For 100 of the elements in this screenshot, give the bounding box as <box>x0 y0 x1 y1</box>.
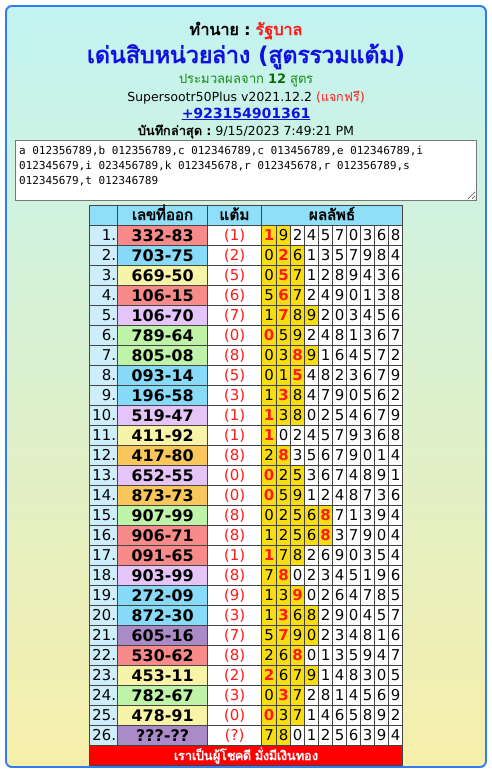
digit: 3 <box>276 686 290 705</box>
digit: 3 <box>346 366 360 385</box>
digit: 9 <box>360 646 374 665</box>
digit: 5 <box>332 246 346 265</box>
digit: 9 <box>346 266 360 285</box>
digit: 1 <box>374 626 388 645</box>
digit: 5 <box>262 286 276 305</box>
table-cell: 332-83 <box>118 226 208 246</box>
digit: 2 <box>262 666 276 685</box>
digit: 6 <box>360 406 374 425</box>
digit: 5 <box>388 586 402 605</box>
digit: 3 <box>374 266 388 285</box>
digit: 3 <box>332 526 346 545</box>
digit: 5 <box>318 426 332 445</box>
table-cell: (1) <box>208 226 262 246</box>
digit: 0 <box>262 706 276 725</box>
digit: 8 <box>332 326 346 345</box>
table-cell: 411-92 <box>118 426 208 446</box>
digit: 3 <box>360 726 374 745</box>
digit: 0 <box>290 726 304 745</box>
digit: 4 <box>332 486 346 505</box>
digit: 8 <box>388 426 402 445</box>
digit: 6 <box>388 266 402 285</box>
digit: 5 <box>332 726 346 745</box>
digit: 0 <box>346 546 360 565</box>
digit: 2 <box>262 646 276 665</box>
digit: 7 <box>332 506 346 525</box>
digit: 5 <box>276 486 290 505</box>
digit: 7 <box>290 706 304 725</box>
digit: 5 <box>388 666 402 685</box>
digit: 7 <box>388 646 402 665</box>
digit: 5 <box>346 646 360 665</box>
digit: 2 <box>276 526 290 545</box>
digit: 0 <box>346 226 360 245</box>
digit: 9 <box>360 526 374 545</box>
digit: 8 <box>374 246 388 265</box>
table-cell: (3) <box>208 606 262 626</box>
row-number: 10. <box>90 406 118 426</box>
table-cell: (9) <box>208 586 262 606</box>
table-cell: 091-65 <box>118 546 208 566</box>
digit: 7 <box>360 586 374 605</box>
digit: 8 <box>318 366 332 385</box>
digit: 3 <box>374 486 388 505</box>
digit: 6 <box>318 466 332 485</box>
digit: 2 <box>304 566 318 585</box>
digit: 4 <box>318 286 332 305</box>
digit: 5 <box>374 606 388 625</box>
text-area[interactable]: a 012356789,b 012356789,c 012346789,c 013456789,e 012346789,i 012345679,i 023456789,k 012345678,r 012345678,r 012356789,s 012345679,t 012346789 <box>15 140 477 201</box>
digit: 2 <box>276 506 290 525</box>
digit: 6 <box>304 526 318 545</box>
digit: 2 <box>332 366 346 385</box>
saved-time: บันทึกล่าสุด : 9/15/2023 7:49:21 PM <box>138 123 354 139</box>
digit: 4 <box>332 566 346 585</box>
digit: 1 <box>304 246 318 265</box>
table-cell: 272-09 <box>118 586 208 606</box>
digit: 5 <box>360 686 374 705</box>
table-cell: 453-11 <box>118 666 208 686</box>
digit: 4 <box>304 366 318 385</box>
table-cell: (0) <box>208 326 262 346</box>
digit: 8 <box>360 706 374 725</box>
digit: 5 <box>276 266 290 285</box>
table-cell: 196-58 <box>118 386 208 406</box>
table-cell: 605-16 <box>118 626 208 646</box>
page-title: เด่นสิบหน่วยล่าง (สูตรรวมแต้ม) <box>86 42 406 71</box>
table-cell: (8) <box>208 566 262 586</box>
digit: 6 <box>374 326 388 345</box>
digit: 0 <box>304 646 318 665</box>
digit: 6 <box>374 686 388 705</box>
digit: 0 <box>304 626 318 645</box>
digit: 4 <box>388 446 402 465</box>
digit: 3 <box>332 646 346 665</box>
row-number: 2. <box>90 246 118 266</box>
digit: 2 <box>318 726 332 745</box>
digit: 0 <box>332 306 346 325</box>
digit: 8 <box>290 386 304 405</box>
digit: 6 <box>360 366 374 385</box>
digit: 4 <box>388 726 402 745</box>
table-cell: (2) <box>208 246 262 266</box>
table-cell: (0) <box>208 466 262 486</box>
column-header: เลขที่ออก <box>118 206 208 226</box>
table-cell: ???-?? <box>118 726 208 746</box>
digit: 3 <box>276 346 290 365</box>
digit: 0 <box>262 346 276 365</box>
digit: 6 <box>318 546 332 565</box>
digit: 6 <box>318 446 332 465</box>
digit: 0 <box>374 526 388 545</box>
digit: 0 <box>262 686 276 705</box>
digit: 3 <box>360 506 374 525</box>
digit: 7 <box>276 306 290 325</box>
digit: 1 <box>388 466 402 485</box>
digit: 2 <box>318 626 332 645</box>
row-number: 3. <box>90 266 118 286</box>
table-cell: (5) <box>208 366 262 386</box>
digit: 7 <box>290 686 304 705</box>
phone-link[interactable]: +923154901361 <box>182 105 310 123</box>
digit: 1 <box>346 326 360 345</box>
digit: 1 <box>262 606 276 625</box>
digit: 8 <box>290 546 304 565</box>
digit: 2 <box>318 606 332 625</box>
digit: 0 <box>304 406 318 425</box>
